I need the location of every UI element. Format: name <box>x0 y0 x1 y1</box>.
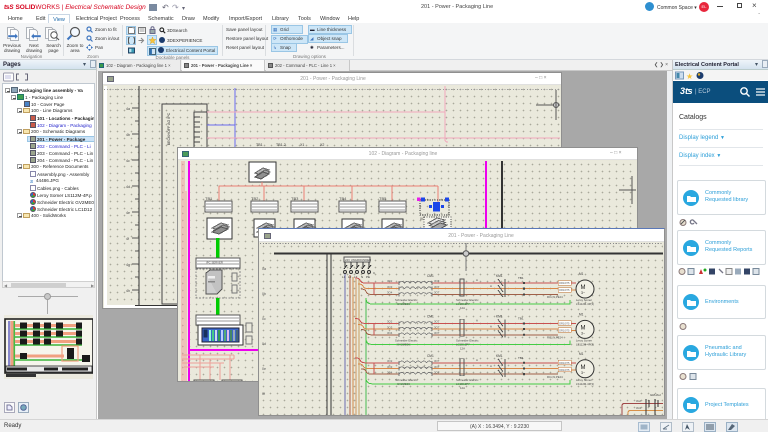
svg-text:★: ★ <box>686 72 693 80</box>
svg-text:0b: 0b <box>262 292 266 296</box>
svg-text:0a: 0a <box>262 267 266 271</box>
svg-text:4h: 4h <box>126 289 130 293</box>
svg-text:3O4: 3O4 <box>387 291 393 295</box>
svg-text:RCJ,N,PEJ4: RCJ,N,PEJ4 <box>547 295 563 299</box>
svg-text:TB2: TB2 <box>251 196 259 201</box>
svg-text:0d: 0d <box>262 342 266 346</box>
svg-text:3O2: 3O2 <box>387 279 393 283</box>
svg-text:GRUAU: GRUAU <box>650 393 661 397</box>
svg-text:IPC SERVER: IPC SERVER <box>206 261 223 265</box>
svg-text:C: C <box>373 271 376 275</box>
svg-text:4c: 4c <box>126 159 130 163</box>
svg-text:L1: L1 <box>342 275 346 279</box>
svg-text:4e: 4e <box>126 211 130 215</box>
svg-text:A: A <box>490 284 492 288</box>
svg-text:TB3: TB3 <box>291 196 299 201</box>
svg-text:LS112M-4P(3): LS112M-4P(3) <box>576 302 594 306</box>
svg-text:4d: 4d <box>126 185 130 189</box>
svg-text:GV2ME06: GV2ME06 <box>397 302 410 306</box>
svg-text:4b: 4b <box>126 133 130 137</box>
svg-text:4g: 4g <box>126 263 130 267</box>
svg-text:0c: 0c <box>262 317 266 321</box>
svg-text:TB1: TB1 <box>518 276 524 280</box>
svg-text:CM1: CM1 <box>427 274 434 278</box>
svg-text:4a: 4a <box>126 107 130 111</box>
svg-text:M1: M1 <box>579 272 584 276</box>
svg-text:24V UNGROUNDED: 24V UNGROUNDED <box>345 258 371 262</box>
svg-text:3G2: 3G2 <box>636 399 641 403</box>
svg-text:TB4: TB4 <box>339 196 347 201</box>
svg-text:KM1: KM1 <box>496 274 503 278</box>
svg-text:PE: PE <box>366 275 370 279</box>
svg-text:0f: 0f <box>262 392 265 396</box>
svg-text:3OT: 3OT <box>434 279 440 283</box>
svg-text:OR1/075: OR1/075 <box>559 281 570 285</box>
svg-text:N: N <box>361 275 363 279</box>
svg-text:0e: 0e <box>262 367 266 371</box>
svg-text:3O3: 3O3 <box>387 285 393 289</box>
svg-text:3OT: 3OT <box>434 291 440 295</box>
svg-text:3OT: 3OT <box>434 285 440 289</box>
svg-text:BECKHOFF AG IPC: BECKHOFF AG IPC <box>167 112 171 145</box>
svg-text:OR1/075: OR1/075 <box>559 288 570 292</box>
svg-text:TB1: TB1 <box>205 196 213 201</box>
svg-text:L2: L2 <box>348 275 352 279</box>
svg-text:3G3: 3G3 <box>636 406 641 410</box>
svg-text:12A: 12A <box>460 306 465 310</box>
svg-text:TB5: TB5 <box>379 196 387 201</box>
svg-text:3~: 3~ <box>581 291 585 295</box>
svg-text:4f: 4f <box>126 237 129 241</box>
svg-text:A: A <box>476 278 478 282</box>
